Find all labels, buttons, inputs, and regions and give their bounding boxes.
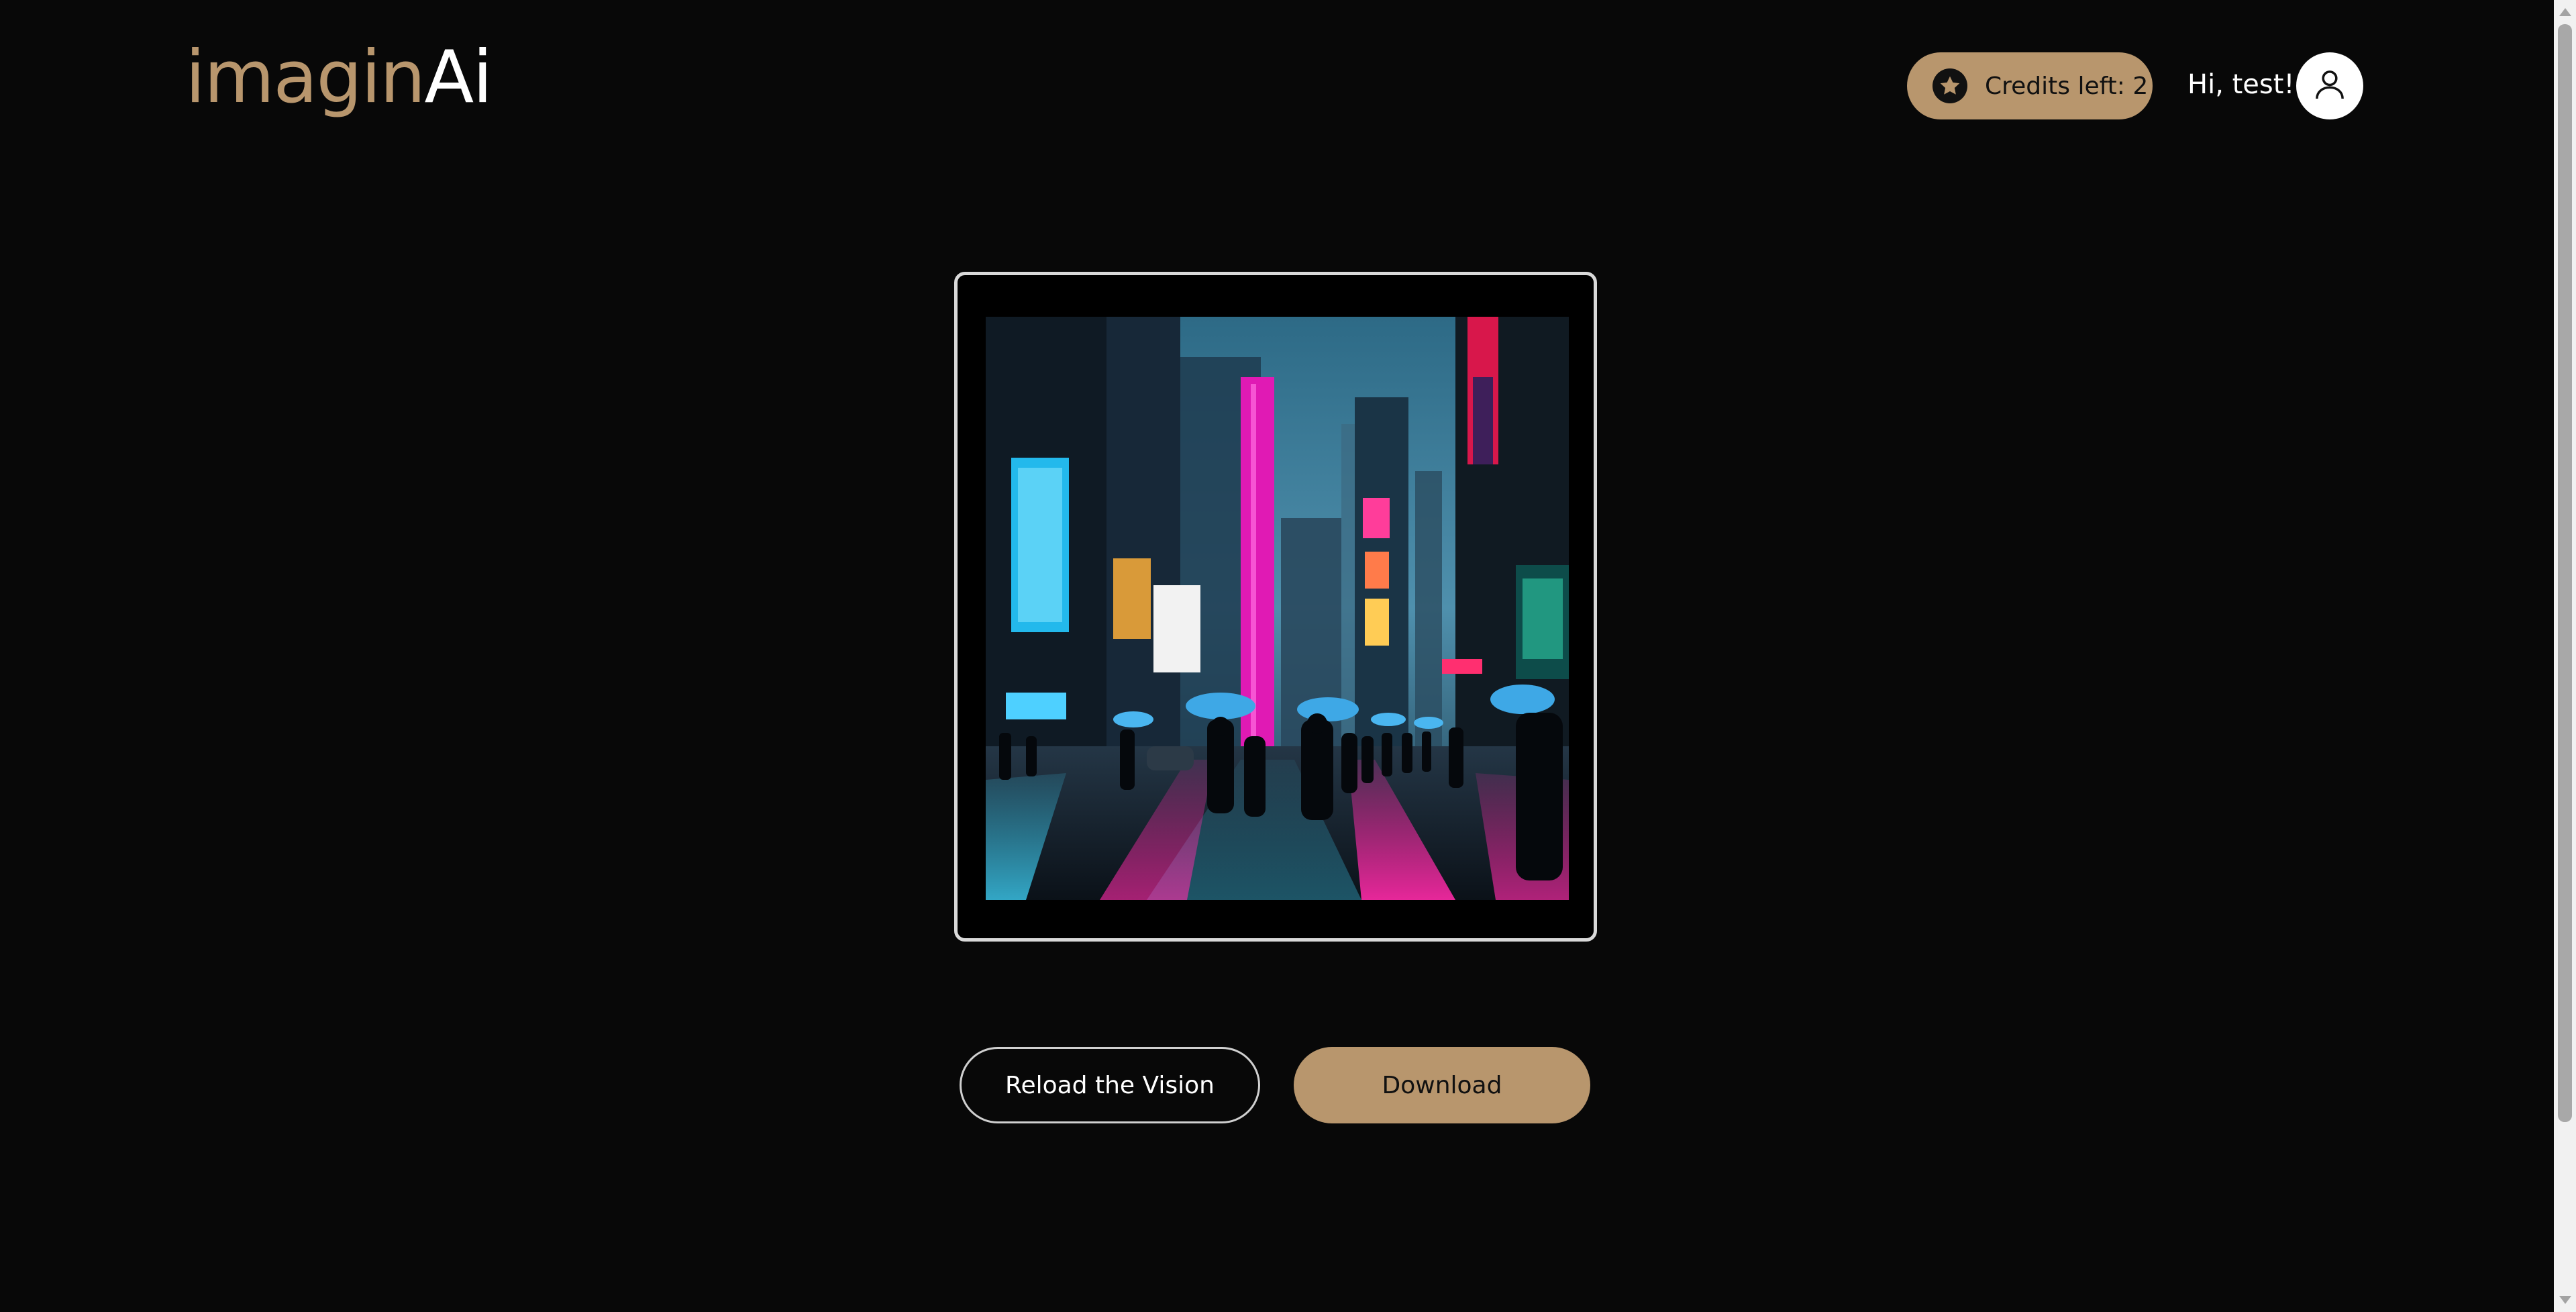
image-frame [954,272,1597,942]
app-logo[interactable]: imaginAi [185,42,493,114]
vertical-scrollbar[interactable] [2554,0,2576,1312]
logo-text-secondary: Ai [424,36,493,119]
credits-badge[interactable]: Credits left: 2 [1907,52,2153,119]
download-button[interactable]: Download [1294,1047,1590,1123]
reload-vision-button[interactable]: Reload the Vision [960,1047,1260,1123]
user-avatar-button[interactable] [2296,52,2363,119]
user-greeting: Hi, test! [2187,69,2295,100]
arrow-up-icon[interactable] [2559,8,2571,16]
logo-text-primary: imagin [185,36,425,119]
page: imaginAi Credits left: 2 Hi, test! Reloa… [0,0,2576,1312]
user-icon [2311,66,2349,106]
scrollbar-thumb[interactable] [2558,24,2572,1122]
generated-image [986,317,1569,900]
star-icon [1933,68,1967,103]
credits-label: Credits left: 2 [1985,72,2149,100]
arrow-down-icon[interactable] [2559,1296,2571,1304]
